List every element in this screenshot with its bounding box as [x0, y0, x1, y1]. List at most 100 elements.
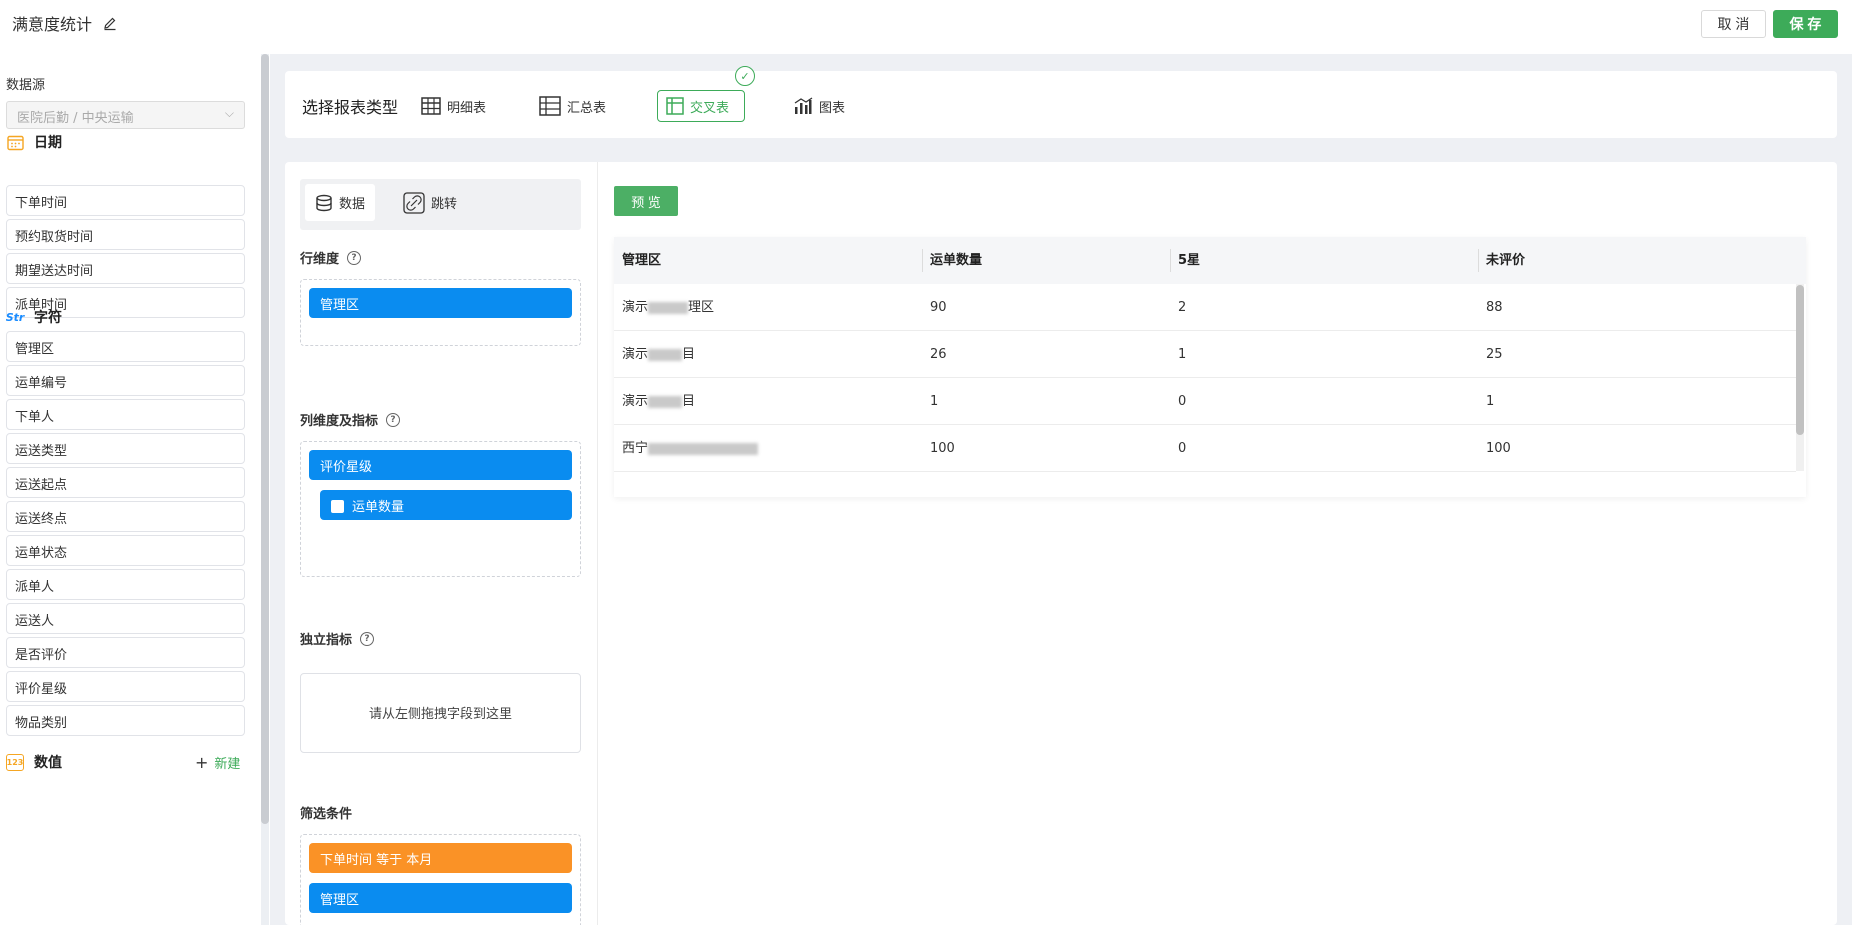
help-icon[interactable]: ?: [347, 250, 362, 265]
page-title-wrap: 满意度统计: [12, 11, 118, 35]
config-panel: 数据 跳转 行维度 ? 管理区 列维度及指标 ? 评价星级 运单数量 独立指标: [285, 162, 598, 925]
area-cell: 西宁: [614, 425, 759, 472]
field-item[interactable]: 评价星级: [6, 671, 245, 702]
filter-dropzone[interactable]: 下单时间 等于 本月 管理区: [300, 834, 581, 925]
row-dimension-chip[interactable]: 管理区: [309, 288, 572, 318]
redacted-block: [648, 348, 683, 361]
field-item[interactable]: 运送人: [6, 603, 245, 634]
row-dimension-text: 行维度: [300, 252, 340, 267]
filter-text: 筛选条件: [300, 807, 353, 822]
link-icon: [403, 191, 425, 214]
report-type-cross[interactable]: 交叉表: [657, 90, 745, 122]
config-tabs: 数据 跳转: [300, 179, 581, 230]
chart-icon: [794, 97, 813, 114]
datasource-value: 医院后勤 / 中央运输: [17, 111, 134, 126]
area-cell: 演示 目: [614, 331, 695, 378]
count-cell: 90: [930, 300, 947, 315]
dropzone-hint: 请从左侧拖拽字段到这里: [368, 707, 512, 722]
field-item[interactable]: 期望送达时间: [6, 253, 245, 284]
tab-data-label: 数据: [339, 197, 366, 212]
tab-data[interactable]: 数据: [305, 184, 376, 221]
count-cell: 100: [930, 441, 955, 456]
column-header[interactable]: 5星: [1170, 237, 1200, 284]
help-icon[interactable]: ?: [360, 631, 375, 646]
column-dimension-dropzone[interactable]: 评价星级 运单数量: [300, 441, 581, 577]
field-item[interactable]: 运单编号: [6, 365, 245, 396]
unrated-cell: 100: [1486, 441, 1511, 456]
column-dimension-chip[interactable]: 评价星级: [309, 450, 572, 480]
filter-chip[interactable]: 管理区: [309, 883, 572, 913]
column-dimension-label: 列维度及指标 ?: [300, 410, 401, 429]
report-type-detail[interactable]: 明细表: [421, 90, 486, 122]
five-star-cell: 0: [1178, 394, 1187, 409]
datasource-select[interactable]: 医院后勤 / 中央运输 ⌵: [6, 101, 245, 129]
metric-chip[interactable]: 运单数量: [320, 490, 572, 520]
field-item[interactable]: 派单人: [6, 569, 245, 600]
redacted-block: [648, 395, 683, 408]
count-cell: 26: [930, 347, 947, 362]
cross-table-icon: [666, 97, 684, 115]
summary-table-icon: [539, 96, 561, 116]
selected-check-icon: ✓: [735, 66, 755, 86]
field-item[interactable]: 预约取货时间: [6, 219, 245, 250]
report-type-cross-label: 交叉表: [690, 100, 730, 116]
column-header[interactable]: 管理区: [614, 237, 661, 284]
column-header[interactable]: 未评价: [1478, 237, 1525, 284]
independent-metric-dropzone[interactable]: 请从左侧拖拽字段到这里: [300, 673, 581, 753]
table-header: 管理区 运单数量 5星 未评价: [614, 237, 1806, 284]
report-type-detail-label: 明细表: [447, 100, 487, 116]
cancel-button[interactable]: 取 消: [1701, 10, 1766, 38]
save-button[interactable]: 保 存: [1773, 10, 1838, 38]
row-dimension-dropzone[interactable]: 管理区: [300, 279, 581, 346]
unrated-cell: 88: [1486, 300, 1503, 315]
sidebar-scrollbar-thumb[interactable]: [261, 54, 269, 824]
calendar-icon: [6, 133, 24, 151]
string-type-icon: Str: [5, 310, 25, 324]
chevron-down-icon: ⌵: [224, 106, 234, 120]
table-row: 西宁 100 0 100: [614, 425, 1796, 472]
field-item[interactable]: 运单状态: [6, 535, 245, 566]
preview-area: 预 览 管理区 运单数量 5星 未评价 演示 理区 90 2 88 演示 目 26 …: [599, 162, 1837, 925]
field-item[interactable]: 是否评价: [6, 637, 245, 668]
field-item[interactable]: 运送起点: [6, 467, 245, 498]
redacted-block: [648, 301, 689, 314]
report-type-title: 选择报表类型: [302, 98, 399, 117]
filter-chip[interactable]: 下单时间 等于 本月: [309, 843, 572, 873]
database-icon: [316, 194, 332, 211]
column-header[interactable]: 运单数量: [922, 237, 982, 284]
edit-pencil-icon[interactable]: [102, 15, 118, 31]
field-item[interactable]: 下单人: [6, 399, 245, 430]
new-field-button[interactable]: + 新建: [195, 753, 240, 772]
table-icon: [421, 97, 441, 115]
report-type-chart-label: 图表: [819, 100, 846, 116]
area-text: 理区: [688, 300, 715, 315]
field-item[interactable]: 管理区: [6, 331, 245, 362]
report-type-card: 选择报表类型 明细表 汇总表 交叉表 ✓ 图表: [285, 66, 1837, 138]
tab-jump[interactable]: 跳转: [393, 184, 467, 221]
table-scrollbar-thumb[interactable]: [1796, 285, 1804, 435]
area-cell: 演示 目: [614, 378, 695, 425]
plus-icon: +: [195, 753, 209, 772]
metric-icon: [331, 500, 344, 513]
report-type-chart[interactable]: 图表: [793, 90, 845, 122]
metric-chip-label: 运单数量: [352, 500, 405, 515]
independent-metric-label: 独立指标 ?: [300, 629, 375, 648]
unrated-cell: 1: [1486, 394, 1495, 409]
preview-button[interactable]: 预 览: [614, 186, 678, 216]
group-number-label: 数值: [34, 755, 62, 771]
preview-table: 管理区 运单数量 5星 未评价 演示 理区 90 2 88 演示目 26 1 25: [614, 237, 1806, 497]
field-item[interactable]: 下单时间: [6, 185, 245, 216]
page-title: 满意度统计: [12, 15, 93, 34]
field-item[interactable]: 运送终点: [6, 501, 245, 532]
group-date-header: 日期: [6, 132, 62, 152]
unrated-cell: 25: [1486, 347, 1503, 362]
field-sidebar: 数据源 医院后勤 / 中央运输 ⌵ 日期 下单时间 预约取货时间 期望送达时间 …: [0, 54, 270, 925]
column-dimension-text: 列维度及指标: [300, 414, 379, 429]
field-item[interactable]: 物品类别: [6, 705, 245, 736]
filter-label: 筛选条件: [300, 803, 352, 822]
field-item[interactable]: 运送类型: [6, 433, 245, 464]
count-cell: 1: [930, 394, 939, 409]
help-icon[interactable]: ?: [386, 412, 401, 427]
area-text: 西宁: [622, 441, 649, 456]
report-type-summary[interactable]: 汇总表: [539, 90, 606, 122]
